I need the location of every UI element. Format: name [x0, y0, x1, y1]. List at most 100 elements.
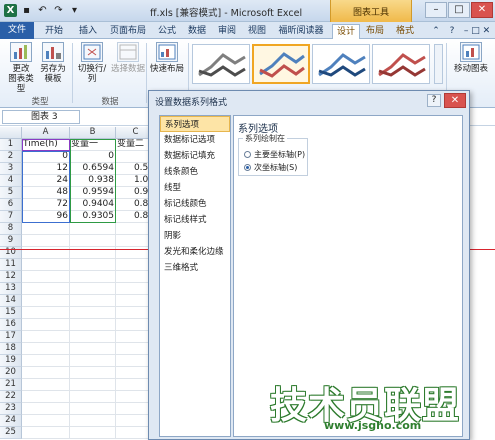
row-header[interactable]: 19 [0, 355, 22, 367]
cell-a23[interactable] [22, 403, 70, 415]
nav-line-color[interactable]: 线条颜色 [160, 164, 230, 180]
row-header[interactable]: 3 [0, 163, 22, 175]
switch-row-column-button[interactable]: 切换行/列 [74, 42, 110, 84]
cell-a14[interactable] [22, 295, 70, 307]
row-header[interactable]: 21 [0, 379, 22, 391]
cell-b17[interactable] [70, 331, 116, 343]
secondary-axis-radio[interactable]: 次坐标轴(S) [244, 162, 297, 173]
cell-b16[interactable] [70, 319, 116, 331]
select-data-button[interactable]: 选择数据 [110, 42, 146, 74]
cell-a25[interactable] [22, 427, 70, 439]
maximize-button[interactable]: □ [448, 2, 470, 18]
row-header[interactable]: 18 [0, 343, 22, 355]
row-header[interactable]: 1 [0, 139, 22, 151]
nav-glow-soft-edges[interactable]: 发光和柔化边缘 [160, 244, 230, 260]
undo-icon[interactable]: ↶ [36, 4, 49, 17]
cell-b25[interactable] [70, 427, 116, 439]
row-header[interactable]: 4 [0, 175, 22, 187]
cell-a12[interactable] [22, 271, 70, 283]
cell-a11[interactable] [22, 259, 70, 271]
chart-style-3[interactable] [312, 44, 370, 84]
row-header[interactable]: 17 [0, 331, 22, 343]
row-header[interactable]: 15 [0, 307, 22, 319]
cell-b14[interactable] [70, 295, 116, 307]
cell-b11[interactable] [70, 259, 116, 271]
chart-style-1[interactable] [192, 44, 250, 84]
column-header-b[interactable]: B [70, 127, 116, 139]
cell-b19[interactable] [70, 355, 116, 367]
row-header[interactable]: 16 [0, 319, 22, 331]
cell-b20[interactable] [70, 367, 116, 379]
nav-line-style[interactable]: 线型 [160, 180, 230, 196]
dialog-close-button[interactable]: ✕ [444, 93, 466, 108]
tab-format[interactable]: 格式 [392, 24, 418, 39]
worksheet-grid[interactable]: A B C 1 Time(h) 变量一 变量二 2 0 0 3 12 0.6594 0.56 4 24 0… [0, 127, 156, 440]
cell-a17[interactable] [22, 331, 70, 343]
name-box[interactable]: 图表 3 [2, 110, 80, 124]
cell-b21[interactable] [70, 379, 116, 391]
row-header[interactable]: 14 [0, 295, 22, 307]
cell-b23[interactable] [70, 403, 116, 415]
nav-marker-line-color[interactable]: 标记线颜色 [160, 196, 230, 212]
row-header[interactable]: 12 [0, 271, 22, 283]
row-header[interactable]: 2 [0, 151, 22, 163]
chart-styles-scroll[interactable] [434, 44, 443, 84]
minimize-ribbon-icon[interactable]: ⌃ [430, 24, 442, 39]
primary-axis-radio[interactable]: 主要坐标轴(P) [244, 149, 305, 160]
cell-a18[interactable] [22, 343, 70, 355]
nav-marker-fill[interactable]: 数据标记填充 [160, 148, 230, 164]
tab-design[interactable]: 设计 [332, 24, 360, 40]
tab-file[interactable]: 文件 [0, 22, 34, 39]
chart-style-2-selected[interactable] [252, 44, 310, 84]
cell-b8[interactable] [70, 223, 116, 235]
cell-a24[interactable] [22, 415, 70, 427]
tab-foxit-reader[interactable]: 福昕阅读器 [274, 24, 328, 39]
help-icon[interactable]: ? [446, 24, 458, 39]
tab-formulas[interactable]: 公式 [154, 24, 180, 39]
row-header[interactable]: 23 [0, 403, 22, 415]
tab-home[interactable]: 开始 [40, 24, 68, 39]
cell-b15[interactable] [70, 307, 116, 319]
cell-a8[interactable] [22, 223, 70, 235]
cell-b12[interactable] [70, 271, 116, 283]
tab-view[interactable]: 视图 [244, 24, 270, 39]
cell-a20[interactable] [22, 367, 70, 379]
cell-b22[interactable] [70, 391, 116, 403]
cell-b18[interactable] [70, 343, 116, 355]
row-header[interactable]: 11 [0, 259, 22, 271]
row-header[interactable]: 24 [0, 415, 22, 427]
nav-marker-line-style[interactable]: 标记线样式 [160, 212, 230, 228]
minimize-button[interactable]: – [425, 2, 447, 18]
row-header[interactable]: 13 [0, 283, 22, 295]
chart-style-4[interactable] [372, 44, 430, 84]
tab-review[interactable]: 审阅 [214, 24, 240, 39]
tab-insert[interactable]: 插入 [74, 24, 102, 39]
nav-marker-options[interactable]: 数据标记选项 [160, 132, 230, 148]
nav-shadow[interactable]: 阴影 [160, 228, 230, 244]
excel-app-icon[interactable]: X [4, 4, 17, 17]
cell-a16[interactable] [22, 319, 70, 331]
cell-a19[interactable] [22, 355, 70, 367]
customize-qat-icon[interactable]: ▾ [68, 4, 81, 17]
cell-b9[interactable] [70, 235, 116, 247]
save-as-template-button[interactable]: 另存为 模板 [38, 42, 68, 84]
cell-b24[interactable] [70, 415, 116, 427]
row-header[interactable]: 8 [0, 223, 22, 235]
cell-a9[interactable] [22, 235, 70, 247]
cell-a13[interactable] [22, 283, 70, 295]
nav-series-options[interactable]: 系列选项 [160, 116, 230, 132]
row-header[interactable]: 9 [0, 235, 22, 247]
close-button[interactable]: ✕ [471, 2, 493, 18]
row-header[interactable]: 7 [0, 211, 22, 223]
dialog-help-button[interactable]: ? [427, 94, 441, 107]
column-header-a[interactable]: A [22, 127, 70, 139]
quick-layout-button[interactable]: 快速布局 [150, 42, 184, 74]
workbook-window-controls[interactable]: – □ ✕ [462, 24, 492, 39]
row-header[interactable]: 20 [0, 367, 22, 379]
save-icon[interactable]: ▪ [20, 4, 33, 17]
row-header[interactable]: 5 [0, 187, 22, 199]
nav-3d-format[interactable]: 三维格式 [160, 260, 230, 276]
row-header[interactable]: 25 [0, 427, 22, 439]
redo-icon[interactable]: ↷ [52, 4, 65, 17]
row-header[interactable]: 6 [0, 199, 22, 211]
